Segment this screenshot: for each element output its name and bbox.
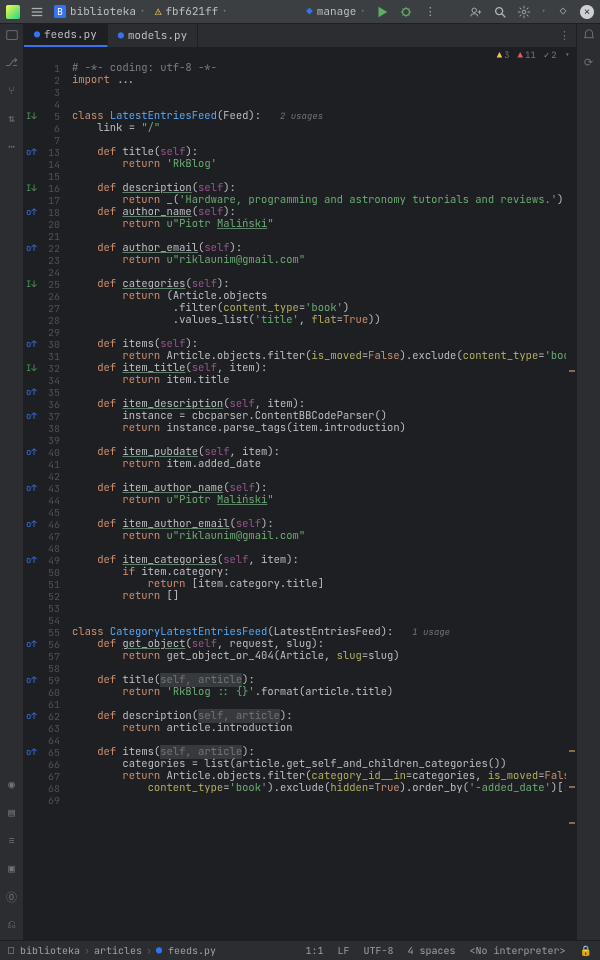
editor-tabs: ● feeds.py ● models.py ⋮ xyxy=(24,24,576,48)
vcs-tool-icon[interactable]: ⎌ xyxy=(5,918,19,932)
breadcrumb-folder[interactable]: articles xyxy=(94,944,142,957)
status-bar: □ biblioteka › articles › ● feeds.py 1:1… xyxy=(0,940,600,960)
breadcrumb-root[interactable]: □ biblioteka xyxy=(8,944,80,957)
more-tool-icon[interactable]: ⋯ xyxy=(5,140,19,154)
breadcrumb-file[interactable]: ● feeds.py xyxy=(156,944,216,957)
database-tool-icon[interactable]: ≡ xyxy=(5,834,19,848)
problems-icon[interactable]: ⓪ xyxy=(5,890,19,904)
python-file-icon: ● xyxy=(34,28,40,41)
debug-button[interactable] xyxy=(399,5,413,19)
chevron-down-icon: ▾ xyxy=(360,7,365,17)
django-icon: ◆ xyxy=(306,5,313,19)
python-console-icon[interactable]: ◉ xyxy=(5,778,19,792)
interpreter-widget[interactable]: <No interpreter> xyxy=(470,944,566,957)
gutter[interactable]: I↓o↑I↓o↑o↑I↓o↑I↓o↑o↑o↑o↑o↑o↑o↑o↑o↑o↑ 123… xyxy=(24,62,68,940)
project-badge: B xyxy=(54,5,66,18)
code-with-me-icon[interactable] xyxy=(469,5,483,19)
project-selector[interactable]: B biblioteka ▾ xyxy=(54,5,145,19)
settings-gear-icon[interactable] xyxy=(517,5,531,19)
run-config-selector[interactable]: ◆ manage ▾ xyxy=(306,5,365,19)
chevron-right-icon: › xyxy=(84,944,90,957)
warning-triangle-icon: ⚠ xyxy=(155,5,162,19)
run-button[interactable] xyxy=(375,5,389,19)
ide-logo xyxy=(6,5,20,19)
typo-icon: ✓ xyxy=(544,49,549,61)
python-file-icon: ● xyxy=(118,29,124,42)
warning-icon: ▲ xyxy=(497,49,502,61)
left-tool-strip: ⎇ ⑂ ⇅ ⋯ ◉ ▤ ≡ ▣ ⓪ ⎌ xyxy=(0,24,24,940)
close-button[interactable]: ✕ xyxy=(580,5,594,19)
notifications-icon[interactable] xyxy=(582,28,596,42)
main-menu-icon[interactable] xyxy=(30,5,44,19)
indent-widget[interactable]: 4 spaces xyxy=(408,944,456,957)
chevron-down-icon[interactable]: ▾ xyxy=(541,7,546,17)
tab-feeds[interactable]: ● feeds.py xyxy=(24,24,108,47)
project-tool-icon[interactable] xyxy=(5,28,19,42)
pull-requests-icon[interactable]: ⇅ xyxy=(5,112,19,126)
chevron-down-icon: ▾ xyxy=(565,49,570,61)
diamond-icon[interactable]: ◇ xyxy=(556,5,570,19)
right-tool-strip: ⟳ xyxy=(576,24,600,940)
caret-position[interactable]: 1:1 xyxy=(306,944,324,957)
tab-models[interactable]: ● models.py xyxy=(108,24,198,47)
tab-more-icon[interactable]: ⋮ xyxy=(559,29,570,43)
chevron-down-icon: ▾ xyxy=(140,7,145,17)
structure-tool-icon[interactable]: ⑂ xyxy=(5,84,19,98)
chevron-right-icon: › xyxy=(146,944,152,957)
services-icon[interactable]: ▤ xyxy=(5,806,19,820)
ai-assistant-icon[interactable]: ⟳ xyxy=(582,56,596,70)
more-actions-icon[interactable]: ⋮ xyxy=(423,5,437,19)
terminal-icon[interactable]: ▣ xyxy=(5,862,19,876)
file-encoding[interactable]: UTF-8 xyxy=(364,944,394,957)
search-everywhere-icon[interactable] xyxy=(493,5,507,19)
readonly-lock-icon[interactable]: 🔒 xyxy=(580,944,592,957)
editor[interactable]: I↓o↑I↓o↑o↑I↓o↑I↓o↑o↑o↑o↑o↑o↑o↑o↑o↑o↑ 123… xyxy=(24,62,576,940)
weak-warning-icon: ▲ xyxy=(518,49,523,61)
error-stripe[interactable] xyxy=(566,62,576,940)
inspections-widget[interactable]: ▲3 ▲11 ✓2 ▾ xyxy=(24,48,576,62)
code-area[interactable]: # -*- coding: utf-8 -*-import ...class L… xyxy=(68,62,566,940)
chevron-down-icon: ▾ xyxy=(222,7,227,17)
vcs-branch-widget[interactable]: ⚠ fbf621ff ▾ xyxy=(155,5,227,19)
titlebar: B biblioteka ▾ ⚠ fbf621ff ▾ ◆ manage ▾ ⋮… xyxy=(0,0,600,24)
line-separator[interactable]: LF xyxy=(338,944,350,957)
python-file-icon: ● xyxy=(156,944,168,957)
commit-tool-icon[interactable]: ⎇ xyxy=(5,56,19,70)
